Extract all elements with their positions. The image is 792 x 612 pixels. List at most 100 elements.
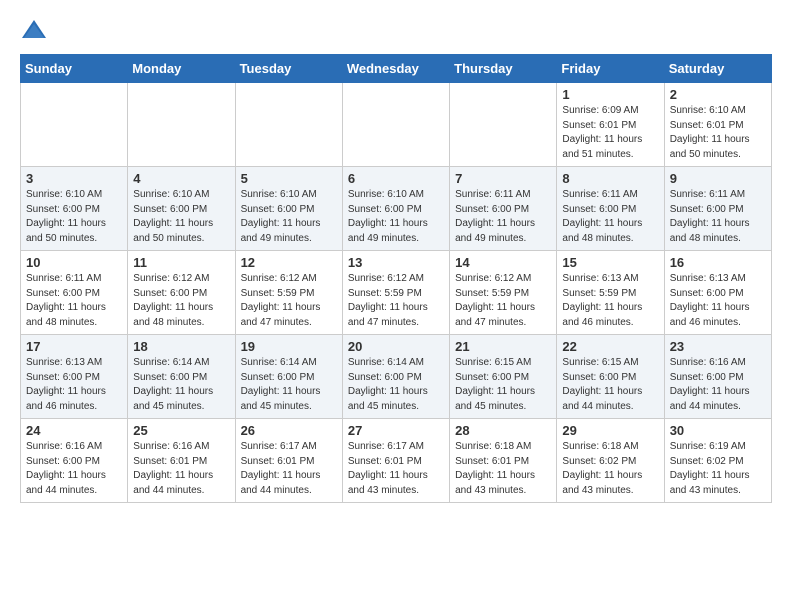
day-number: 19 — [241, 339, 337, 354]
day-info: Sunrise: 6:09 AM Sunset: 6:01 PM Dayligh… — [562, 104, 658, 162]
day-number: 24 — [26, 423, 122, 438]
day-cell — [21, 83, 128, 167]
col-header-thursday: Thursday — [450, 55, 557, 83]
day-info: Sunrise: 6:16 AM Sunset: 6:01 PM Dayligh… — [133, 440, 229, 498]
day-cell: 23 Sunrise: 6:16 AM Sunset: 6:00 PM Dayli… — [664, 335, 771, 419]
week-row-2: 3 Sunrise: 6:10 AM Sunset: 6:00 PM Daylig… — [21, 167, 772, 251]
day-cell: 18 Sunrise: 6:14 AM Sunset: 6:00 PM Dayli… — [128, 335, 235, 419]
day-cell: 16 Sunrise: 6:13 AM Sunset: 6:00 PM Dayli… — [664, 251, 771, 335]
day-number: 17 — [26, 339, 122, 354]
day-cell: 14Sunrise: 6:12 AM Sunset: 5:59 PM Dayli… — [450, 251, 557, 335]
day-info: Sunrise: 6:15 AM Sunset: 6:00 PM Dayligh… — [562, 356, 658, 414]
day-cell: 17 Sunrise: 6:13 AM Sunset: 6:00 PM Dayli… — [21, 335, 128, 419]
day-number: 13 — [348, 255, 444, 270]
day-cell: 10 Sunrise: 6:11 AM Sunset: 6:00 PM Dayli… — [21, 251, 128, 335]
day-number: 1 — [562, 87, 658, 102]
day-info: Sunrise: 6:13 AM Sunset: 6:00 PM Dayligh… — [26, 356, 122, 414]
day-cell — [235, 83, 342, 167]
day-cell: 11 Sunrise: 6:12 AM Sunset: 6:00 PM Dayli… — [128, 251, 235, 335]
logo-icon — [20, 16, 48, 44]
week-row-3: 10 Sunrise: 6:11 AM Sunset: 6:00 PM Dayli… — [21, 251, 772, 335]
week-row-4: 17 Sunrise: 6:13 AM Sunset: 6:00 PM Dayli… — [21, 335, 772, 419]
day-cell: 21 Sunrise: 6:15 AM Sunset: 6:00 PM Dayli… — [450, 335, 557, 419]
day-number: 18 — [133, 339, 229, 354]
day-number: 8 — [562, 171, 658, 186]
week-row-5: 24 Sunrise: 6:16 AM Sunset: 6:00 PM Dayli… — [21, 419, 772, 503]
day-cell: 5Sunrise: 6:10 AM Sunset: 6:00 PM Daylig… — [235, 167, 342, 251]
day-number: 10 — [26, 255, 122, 270]
day-cell: 28 Sunrise: 6:18 AM Sunset: 6:01 PM Dayli… — [450, 419, 557, 503]
day-info: Sunrise: 6:11 AM Sunset: 6:00 PM Dayligh… — [562, 188, 658, 246]
day-cell: 4Sunrise: 6:10 AM Sunset: 6:00 PM Daylig… — [128, 167, 235, 251]
day-info: Sunrise: 6:16 AM Sunset: 6:00 PM Dayligh… — [26, 440, 122, 498]
day-number: 5 — [241, 171, 337, 186]
day-number: 2 — [670, 87, 766, 102]
day-number: 23 — [670, 339, 766, 354]
day-info: Sunrise: 6:10 AM Sunset: 6:01 PM Dayligh… — [670, 104, 766, 162]
day-number: 27 — [348, 423, 444, 438]
day-cell — [342, 83, 449, 167]
calendar-header-row: SundayMondayTuesdayWednesdayThursdayFrid… — [21, 55, 772, 83]
day-cell: 25 Sunrise: 6:16 AM Sunset: 6:01 PM Dayli… — [128, 419, 235, 503]
day-number: 26 — [241, 423, 337, 438]
day-number: 28 — [455, 423, 551, 438]
day-info: Sunrise: 6:11 AM Sunset: 6:00 PM Dayligh… — [670, 188, 766, 246]
page: SundayMondayTuesdayWednesdayThursdayFrid… — [0, 0, 792, 519]
day-number: 21 — [455, 339, 551, 354]
day-info: Sunrise: 6:14 AM Sunset: 6:00 PM Dayligh… — [241, 356, 337, 414]
day-cell — [450, 83, 557, 167]
day-info: Sunrise: 6:17 AM Sunset: 6:01 PM Dayligh… — [348, 440, 444, 498]
day-info: Sunrise: 6:10 AM Sunset: 6:00 PM Dayligh… — [133, 188, 229, 246]
day-info: Sunrise: 6:18 AM Sunset: 6:01 PM Dayligh… — [455, 440, 551, 498]
day-info: Sunrise: 6:14 AM Sunset: 6:00 PM Dayligh… — [133, 356, 229, 414]
day-cell: 20Sunrise: 6:14 AM Sunset: 6:00 PM Dayli… — [342, 335, 449, 419]
day-info: Sunrise: 6:13 AM Sunset: 6:00 PM Dayligh… — [670, 272, 766, 330]
day-cell: 6 Sunrise: 6:10 AM Sunset: 6:00 PM Daylig… — [342, 167, 449, 251]
day-number: 25 — [133, 423, 229, 438]
day-number: 11 — [133, 255, 229, 270]
day-info: Sunrise: 6:10 AM Sunset: 6:00 PM Dayligh… — [26, 188, 122, 246]
day-info: Sunrise: 6:16 AM Sunset: 6:00 PM Dayligh… — [670, 356, 766, 414]
day-cell: 19 Sunrise: 6:14 AM Sunset: 6:00 PM Dayli… — [235, 335, 342, 419]
day-info: Sunrise: 6:11 AM Sunset: 6:00 PM Dayligh… — [26, 272, 122, 330]
day-cell: 9Sunrise: 6:11 AM Sunset: 6:00 PM Daylig… — [664, 167, 771, 251]
day-number: 22 — [562, 339, 658, 354]
day-info: Sunrise: 6:12 AM Sunset: 5:59 PM Dayligh… — [348, 272, 444, 330]
day-cell: 3 Sunrise: 6:10 AM Sunset: 6:00 PM Daylig… — [21, 167, 128, 251]
day-cell: 27 Sunrise: 6:17 AM Sunset: 6:01 PM Dayli… — [342, 419, 449, 503]
day-cell: 7Sunrise: 6:11 AM Sunset: 6:00 PM Daylig… — [450, 167, 557, 251]
week-row-1: 1 Sunrise: 6:09 AM Sunset: 6:01 PM Daylig… — [21, 83, 772, 167]
day-number: 14 — [455, 255, 551, 270]
col-header-monday: Monday — [128, 55, 235, 83]
day-cell: 30 Sunrise: 6:19 AM Sunset: 6:02 PM Dayli… — [664, 419, 771, 503]
day-cell: 29Sunrise: 6:18 AM Sunset: 6:02 PM Dayli… — [557, 419, 664, 503]
col-header-saturday: Saturday — [664, 55, 771, 83]
col-header-sunday: Sunday — [21, 55, 128, 83]
calendar: SundayMondayTuesdayWednesdayThursdayFrid… — [20, 54, 772, 503]
day-info: Sunrise: 6:12 AM Sunset: 5:59 PM Dayligh… — [241, 272, 337, 330]
day-number: 3 — [26, 171, 122, 186]
header — [20, 16, 772, 44]
day-number: 16 — [670, 255, 766, 270]
logo-area — [20, 16, 52, 44]
day-cell: 13 Sunrise: 6:12 AM Sunset: 5:59 PM Dayli… — [342, 251, 449, 335]
day-number: 30 — [670, 423, 766, 438]
day-info: Sunrise: 6:15 AM Sunset: 6:00 PM Dayligh… — [455, 356, 551, 414]
day-info: Sunrise: 6:13 AM Sunset: 5:59 PM Dayligh… — [562, 272, 658, 330]
day-info: Sunrise: 6:10 AM Sunset: 6:00 PM Dayligh… — [348, 188, 444, 246]
day-info: Sunrise: 6:19 AM Sunset: 6:02 PM Dayligh… — [670, 440, 766, 498]
day-cell: 8 Sunrise: 6:11 AM Sunset: 6:00 PM Daylig… — [557, 167, 664, 251]
day-number: 6 — [348, 171, 444, 186]
day-info: Sunrise: 6:17 AM Sunset: 6:01 PM Dayligh… — [241, 440, 337, 498]
col-header-friday: Friday — [557, 55, 664, 83]
day-cell: 1 Sunrise: 6:09 AM Sunset: 6:01 PM Daylig… — [557, 83, 664, 167]
day-cell: 22 Sunrise: 6:15 AM Sunset: 6:00 PM Dayli… — [557, 335, 664, 419]
day-number: 29 — [562, 423, 658, 438]
day-cell: 15 Sunrise: 6:13 AM Sunset: 5:59 PM Dayli… — [557, 251, 664, 335]
day-number: 15 — [562, 255, 658, 270]
day-cell: 26 Sunrise: 6:17 AM Sunset: 6:01 PM Dayli… — [235, 419, 342, 503]
day-number: 20 — [348, 339, 444, 354]
day-number: 12 — [241, 255, 337, 270]
day-number: 7 — [455, 171, 551, 186]
day-info: Sunrise: 6:12 AM Sunset: 6:00 PM Dayligh… — [133, 272, 229, 330]
